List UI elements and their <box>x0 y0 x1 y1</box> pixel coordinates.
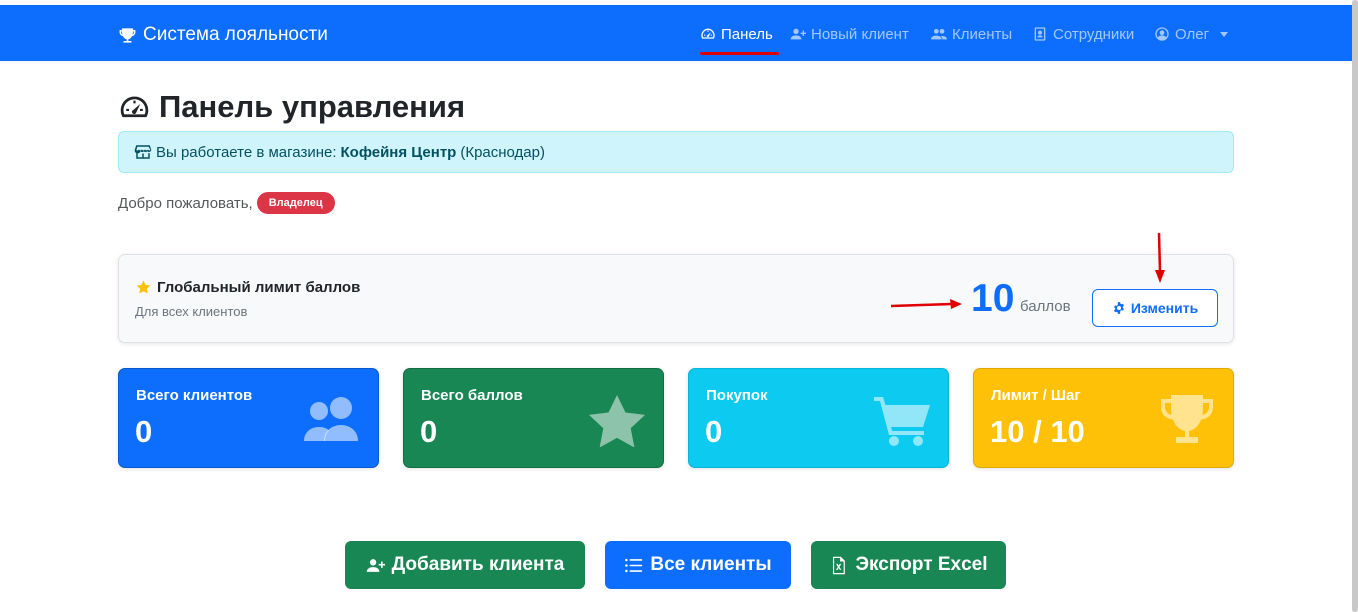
nav-item-label: Новый клиент <box>811 25 909 43</box>
welcome-text: Добро пожаловать, <box>118 194 253 212</box>
alert-city: (Краснодар) <box>460 143 545 161</box>
star-icon <box>136 280 151 294</box>
nav-item-label: Клиенты <box>952 25 1013 43</box>
role-badge: Владелец <box>256 192 335 214</box>
stat-label: Всего клиентов <box>136 387 253 404</box>
stat-value: 10 / 10 <box>990 414 1085 449</box>
speedometer-icon <box>701 28 715 39</box>
stat-value: 0 <box>420 414 438 449</box>
scrollbar-track[interactable] <box>1352 0 1358 612</box>
page-title: Панель управления <box>118 88 465 126</box>
stat-card-limit-step: Лимит / Шаг 10 / 10 <box>973 368 1234 468</box>
alert-store-name: Кофейня Центр <box>340 143 457 161</box>
alert-prefix: Вы работаете в магазине: <box>156 143 337 161</box>
stat-label: Лимит / Шаг <box>991 387 1081 404</box>
annotation-underline <box>700 52 779 55</box>
brand-label: Система лояльности <box>143 24 328 45</box>
stat-label: Покупок <box>706 387 768 404</box>
nav-item-label: Панель <box>721 25 773 43</box>
navbar-brand[interactable]: Система лояльности <box>118 22 328 48</box>
nav-item-label: Сотрудники <box>1053 25 1135 43</box>
page-title-text: Панель управления <box>159 89 466 124</box>
speedometer-icon <box>120 96 149 117</box>
limit-subtitle: Для всех клиентов <box>135 304 248 319</box>
change-limit-label: Изменить <box>1130 300 1199 316</box>
shop-icon <box>134 145 152 159</box>
user-plus-icon <box>366 558 385 572</box>
store-alert: Вы работаете в магазине: Кофейня Центр (… <box>118 131 1234 173</box>
all-clients-button[interactable]: Все клиенты <box>605 541 791 589</box>
file-excel-icon <box>833 556 846 574</box>
export-excel-label: Экспорт Excel <box>855 554 988 575</box>
all-clients-label: Все клиенты <box>650 554 772 575</box>
nav-item-staff[interactable]: Сотрудники <box>1032 21 1134 47</box>
add-client-button[interactable]: Добавить клиента <box>345 541 585 589</box>
change-limit-button[interactable]: Изменить <box>1092 289 1218 327</box>
limit-title: Глобальный лимит баллов <box>135 279 360 296</box>
add-client-label: Добавить клиента <box>391 554 565 575</box>
trophy-icon <box>1161 395 1213 443</box>
nav-item-user-menu[interactable]: Олег <box>1154 21 1229 47</box>
users-icon <box>931 29 947 40</box>
stat-value: 0 <box>705 414 723 449</box>
stat-card-clients: Всего клиентов 0 <box>118 368 379 468</box>
stat-card-points: Всего баллов 0 <box>403 368 664 468</box>
navbar: Система лояльности Панель Новый клиент К… <box>0 5 1352 61</box>
welcome-line: Добро пожаловать, Владелец <box>118 191 335 215</box>
gear-icon <box>1113 302 1124 314</box>
cart-icon <box>874 397 930 446</box>
trophy-icon <box>119 27 136 43</box>
user-circle-icon <box>1155 27 1169 41</box>
nav-item-new-client[interactable]: Новый клиент <box>790 21 909 47</box>
list-icon <box>625 558 643 572</box>
export-excel-button[interactable]: Экспорт Excel <box>811 541 1006 589</box>
stat-label: Всего баллов <box>421 387 523 404</box>
global-limit-card: Глобальный лимит баллов Для всех клиенто… <box>118 254 1234 343</box>
stat-value: 0 <box>135 414 153 449</box>
limit-unit: баллов <box>1020 298 1071 315</box>
nav-item-dashboard[interactable]: Панель <box>700 21 779 55</box>
badge-icon <box>1034 27 1046 41</box>
user-plus-icon <box>790 28 806 40</box>
nav-item-label: Олег <box>1175 25 1210 43</box>
star-icon <box>589 395 645 447</box>
chevron-down-icon <box>1220 32 1229 37</box>
limit-title-text: Глобальный лимит баллов <box>157 279 361 296</box>
limit-value: 10 <box>971 277 1015 320</box>
nav-item-clients[interactable]: Клиенты <box>931 21 1012 47</box>
scrollbar-thumb[interactable] <box>1352 0 1358 612</box>
users-icon <box>304 397 358 441</box>
stat-card-purchases: Покупок 0 <box>688 368 949 468</box>
